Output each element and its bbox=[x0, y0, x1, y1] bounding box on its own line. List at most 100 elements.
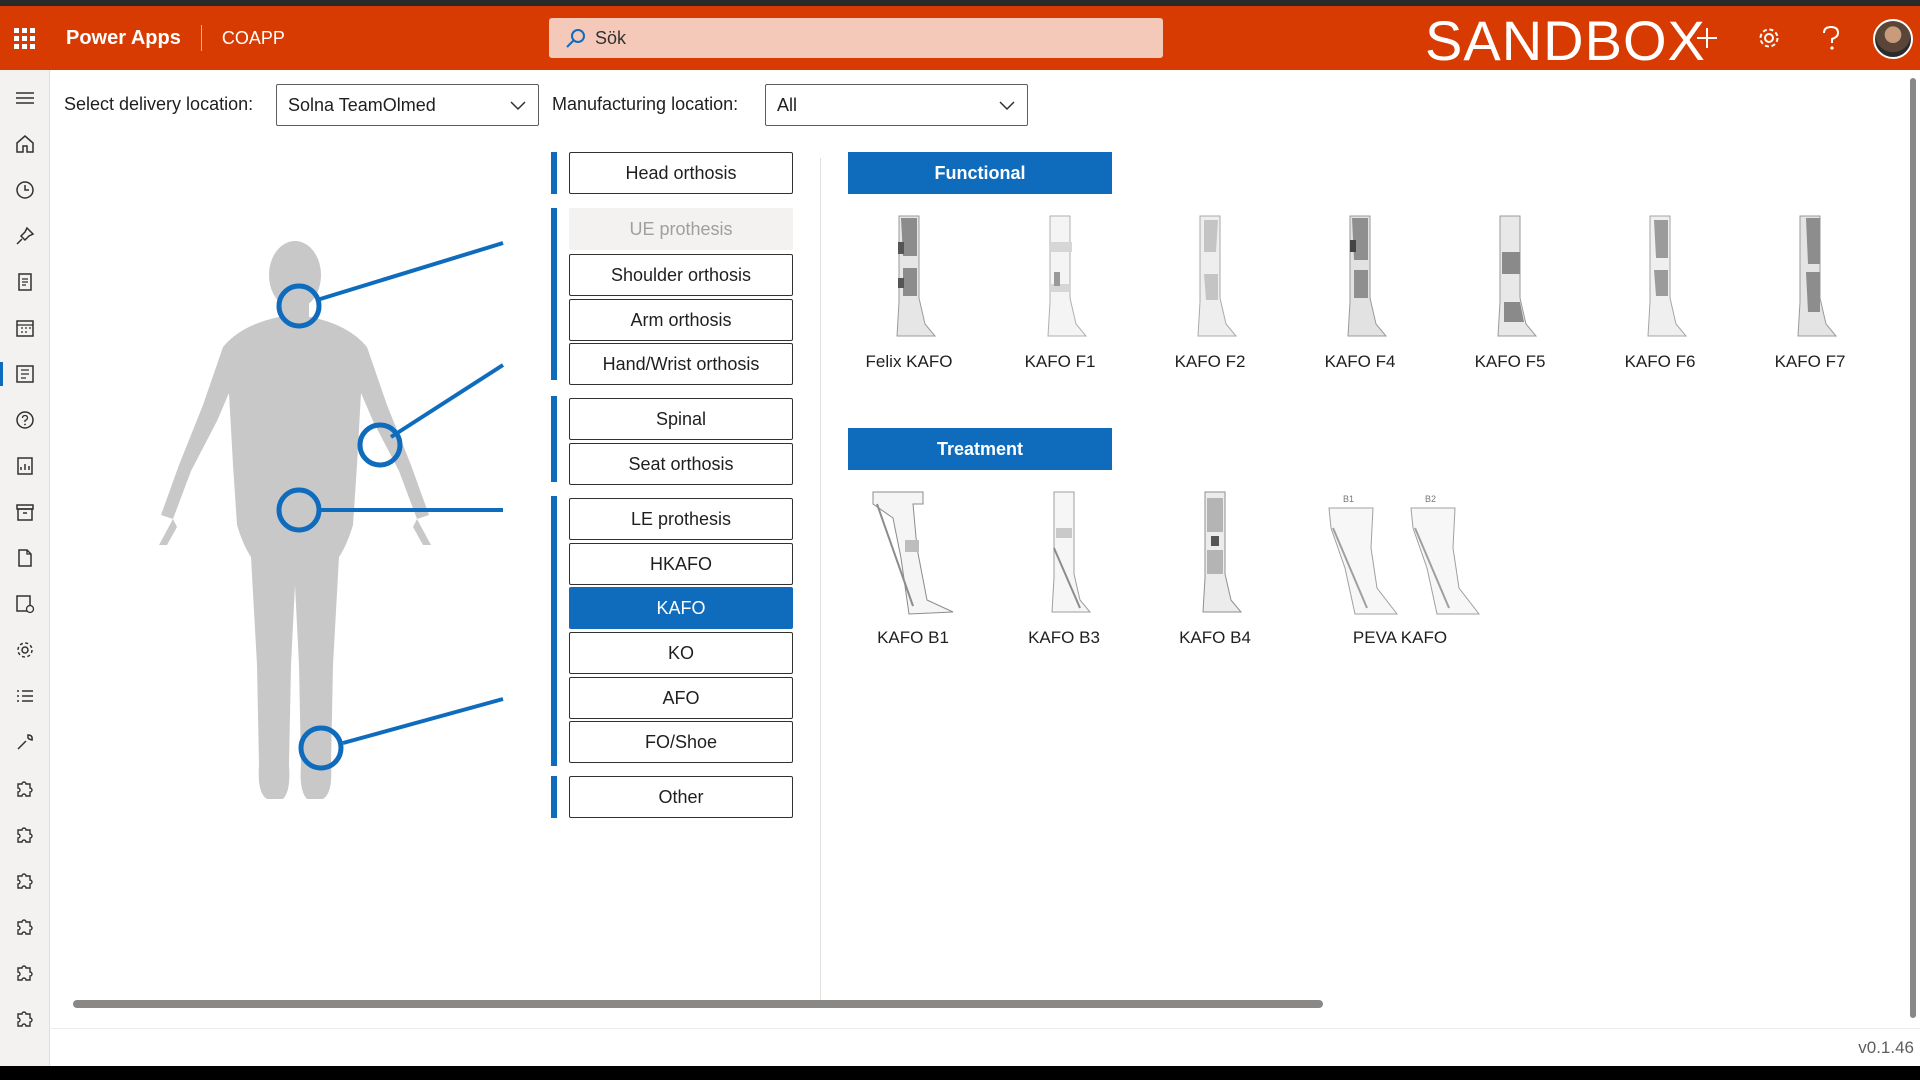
horizontal-scrollbar[interactable] bbox=[73, 1000, 1323, 1008]
product-kafo-f7[interactable]: KAFO F7 bbox=[1735, 212, 1885, 372]
help-button[interactable] bbox=[1807, 6, 1855, 70]
category-afo[interactable]: AFO bbox=[569, 677, 793, 719]
category-ko[interactable]: KO bbox=[569, 632, 793, 674]
nav-extension-6[interactable] bbox=[0, 998, 50, 1038]
category-spinal[interactable]: Spinal bbox=[569, 398, 793, 440]
product-kafo-f6[interactable]: KAFO F6 bbox=[1585, 212, 1735, 372]
product-kafo-f4[interactable]: KAFO F4 bbox=[1285, 212, 1435, 372]
category-hand-wrist-orthosis[interactable]: Hand/Wrist orthosis bbox=[569, 343, 793, 385]
waffle-icon bbox=[13, 27, 35, 49]
category-group-bar bbox=[551, 396, 557, 482]
gear-icon bbox=[17, 642, 33, 658]
kafo-image bbox=[1497, 215, 1538, 337]
kafo-image bbox=[1197, 215, 1238, 337]
nav-list[interactable] bbox=[0, 676, 50, 716]
product-name: KAFO F7 bbox=[1774, 352, 1846, 371]
puzzle-icon bbox=[17, 781, 33, 797]
puzzle-icon bbox=[17, 965, 33, 981]
kafo-image: B1 B2 bbox=[1328, 494, 1481, 615]
product-kafo-b3[interactable]: KAFO B3 bbox=[989, 488, 1139, 648]
category-ue-prosthesis[interactable]: UE prothesis bbox=[569, 208, 793, 250]
product-kafo-b1[interactable]: KAFO B1 bbox=[838, 488, 988, 648]
vertical-scrollbar[interactable] bbox=[1910, 78, 1916, 1018]
nav-files[interactable] bbox=[0, 538, 50, 578]
kafo-image bbox=[1647, 215, 1688, 337]
settings-button[interactable] bbox=[1745, 6, 1793, 70]
gear-icon bbox=[1759, 28, 1779, 48]
delivery-location-value: Solna TeamOlmed bbox=[288, 94, 436, 115]
category-hkafo[interactable]: HKAFO bbox=[569, 543, 793, 585]
nav-help[interactable] bbox=[0, 400, 50, 440]
delivery-location-dropdown[interactable]: Solna TeamOlmed bbox=[276, 84, 539, 126]
category-arm-orthosis[interactable]: Arm orthosis bbox=[569, 299, 793, 341]
product-name: KAFO B4 bbox=[1179, 628, 1251, 647]
product-felix-kafo[interactable]: Felix KAFO bbox=[834, 212, 984, 372]
plus-icon bbox=[1697, 28, 1717, 48]
add-button[interactable] bbox=[1683, 6, 1731, 70]
category-group-bar bbox=[551, 208, 557, 380]
document-icon bbox=[18, 273, 32, 291]
nav-calendar[interactable] bbox=[0, 308, 50, 348]
category-le-prosthesis[interactable]: LE prothesis bbox=[569, 498, 793, 540]
nav-recent[interactable] bbox=[0, 170, 50, 210]
category-other[interactable]: Other bbox=[569, 776, 793, 818]
nav-reports[interactable] bbox=[0, 446, 50, 486]
nav-extension-1[interactable] bbox=[0, 768, 50, 808]
nav-list-settings[interactable] bbox=[0, 584, 50, 624]
category-fo-shoe[interactable]: FO/Shoe bbox=[569, 721, 793, 763]
search-box[interactable]: Sök bbox=[549, 18, 1163, 58]
product-kafo-f1[interactable]: KAFO F1 bbox=[985, 212, 1135, 372]
nav-extension-2[interactable] bbox=[0, 814, 50, 854]
nav-settings[interactable] bbox=[0, 630, 50, 670]
version-label: v0.1.46 bbox=[1858, 1038, 1914, 1057]
nav-home[interactable] bbox=[0, 124, 50, 164]
product-kafo-f5[interactable]: KAFO F5 bbox=[1435, 212, 1585, 372]
search-icon bbox=[566, 29, 585, 48]
nav-documents[interactable] bbox=[0, 262, 50, 302]
category-group-bar bbox=[551, 152, 557, 194]
kafo-image bbox=[1202, 491, 1243, 613]
product-kafo-f2[interactable]: KAFO F2 bbox=[1135, 212, 1285, 372]
product-name: KAFO F6 bbox=[1624, 352, 1696, 371]
file-icon bbox=[18, 549, 32, 567]
section-functional[interactable]: Functional bbox=[848, 152, 1112, 194]
calendar-icon bbox=[16, 320, 34, 337]
settings-list-icon bbox=[16, 595, 35, 614]
product-kafo-b4[interactable]: KAFO B4 bbox=[1140, 488, 1290, 648]
product-name: KAFO B1 bbox=[877, 628, 949, 647]
manufacturing-location-dropdown[interactable]: All bbox=[765, 84, 1028, 126]
category-head-orthosis[interactable]: Head orthosis bbox=[569, 152, 793, 194]
category-seat-orthosis[interactable]: Seat orthosis bbox=[569, 443, 793, 485]
nav-orders[interactable] bbox=[0, 354, 50, 394]
category-kafo[interactable]: KAFO bbox=[569, 587, 793, 629]
home-icon bbox=[16, 135, 34, 153]
nav-archive[interactable] bbox=[0, 492, 50, 532]
pin-icon bbox=[16, 226, 35, 245]
product-peva-kafo[interactable]: B1 B2 PEVA KAFO bbox=[1315, 488, 1485, 648]
category-shoulder-orthosis[interactable]: Shoulder orthosis bbox=[569, 254, 793, 296]
bottom-frame-line bbox=[0, 1066, 1920, 1080]
app-name[interactable]: Power Apps bbox=[66, 27, 181, 50]
sandbox-banner: SANDBOX bbox=[1425, 9, 1706, 72]
environment-name[interactable]: COAPP bbox=[222, 28, 285, 49]
product-name: KAFO B3 bbox=[1028, 628, 1100, 647]
nav-extension-5[interactable] bbox=[0, 952, 50, 992]
user-avatar[interactable] bbox=[1873, 19, 1913, 59]
nav-extension-3[interactable] bbox=[0, 860, 50, 900]
puzzle-icon bbox=[17, 919, 33, 935]
product-name: KAFO F4 bbox=[1324, 352, 1396, 371]
nav-menu[interactable] bbox=[0, 78, 50, 118]
product-name: KAFO F1 bbox=[1024, 352, 1096, 371]
tools-icon bbox=[17, 734, 33, 750]
app-launcher-button[interactable] bbox=[0, 6, 48, 70]
help-icon bbox=[16, 411, 34, 429]
chevron-down-icon bbox=[999, 101, 1015, 111]
report-icon bbox=[17, 457, 33, 475]
footer-divider bbox=[51, 1028, 1920, 1029]
nav-extension-4[interactable] bbox=[0, 906, 50, 946]
section-treatment[interactable]: Treatment bbox=[848, 428, 1112, 470]
nav-pinned[interactable] bbox=[0, 216, 50, 256]
header-separator bbox=[200, 25, 202, 51]
nav-tools[interactable] bbox=[0, 722, 50, 762]
product-name: PEVA KAFO bbox=[1352, 628, 1448, 647]
